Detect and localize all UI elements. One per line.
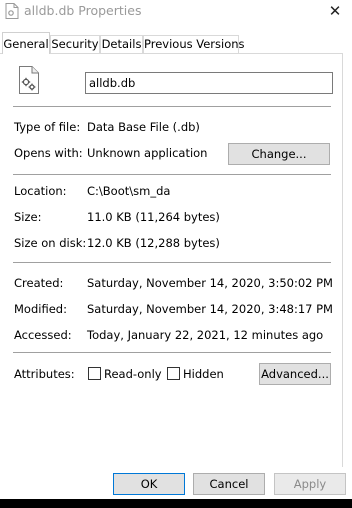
created-label: Created: (14, 276, 64, 290)
change-button[interactable]: Change... (228, 143, 330, 165)
attributes-label: Attributes: (14, 367, 75, 381)
close-icon: ✕ (328, 2, 342, 20)
modified-label: Modified: (14, 302, 67, 316)
size-value: 11.0 KB (11,264 bytes) (87, 210, 220, 224)
file-settings-icon (19, 66, 39, 94)
location-value: C:\Boot\sm_da (87, 184, 171, 198)
close-button[interactable]: ✕ (320, 0, 350, 22)
file-icon (5, 3, 19, 19)
readonly-checkbox[interactable] (88, 367, 101, 380)
ok-button[interactable]: OK (113, 473, 185, 495)
separator (13, 262, 331, 263)
hidden-checkbox[interactable] (167, 367, 180, 380)
readonly-label[interactable]: Read-only (104, 367, 162, 381)
size-on-disk-label: Size on disk: (14, 236, 87, 250)
type-label: Type of file: (14, 120, 81, 134)
type-value: Data Base File (.db) (87, 120, 200, 134)
accessed-value: Today, January 22, 2021, 12 minutes ago (87, 328, 324, 342)
file-name-input[interactable] (85, 72, 333, 94)
tab-previous-versions[interactable]: Previous Versions (143, 35, 245, 53)
title-bar[interactable]: alldb.db Properties ✕ (0, 0, 352, 26)
size-on-disk-value: 12.0 KB (12,288 bytes) (87, 236, 220, 250)
tab-strip: General Security Details Previous Versio… (0, 32, 352, 54)
created-value: Saturday, November 14, 2020, 3:50:02 PM (87, 276, 333, 290)
cancel-button[interactable]: Cancel (193, 473, 265, 495)
advanced-button[interactable]: Advanced... (259, 363, 331, 385)
window-title: alldb.db Properties (24, 3, 142, 18)
properties-dialog: alldb.db Properties ✕ General Security D… (0, 0, 352, 499)
taskbar-edge (0, 499, 352, 508)
tab-general[interactable]: General (2, 32, 50, 54)
accessed-label: Accessed: (14, 328, 72, 342)
separator (13, 106, 331, 107)
location-label: Location: (14, 184, 67, 198)
general-tab-panel (0, 53, 343, 467)
separator (13, 352, 331, 353)
opens-with-value: Unknown application (87, 146, 208, 160)
tab-details[interactable]: Details (100, 35, 143, 53)
apply-button[interactable]: Apply (274, 473, 346, 495)
separator (13, 174, 331, 175)
hidden-label[interactable]: Hidden (183, 367, 224, 381)
tab-security[interactable]: Security (50, 35, 100, 53)
opens-with-label: Opens with: (14, 146, 83, 160)
size-label: Size: (14, 210, 42, 224)
modified-value: Saturday, November 14, 2020, 3:48:17 PM (87, 302, 333, 316)
dialog-footer: OK Cancel Apply (0, 467, 352, 499)
